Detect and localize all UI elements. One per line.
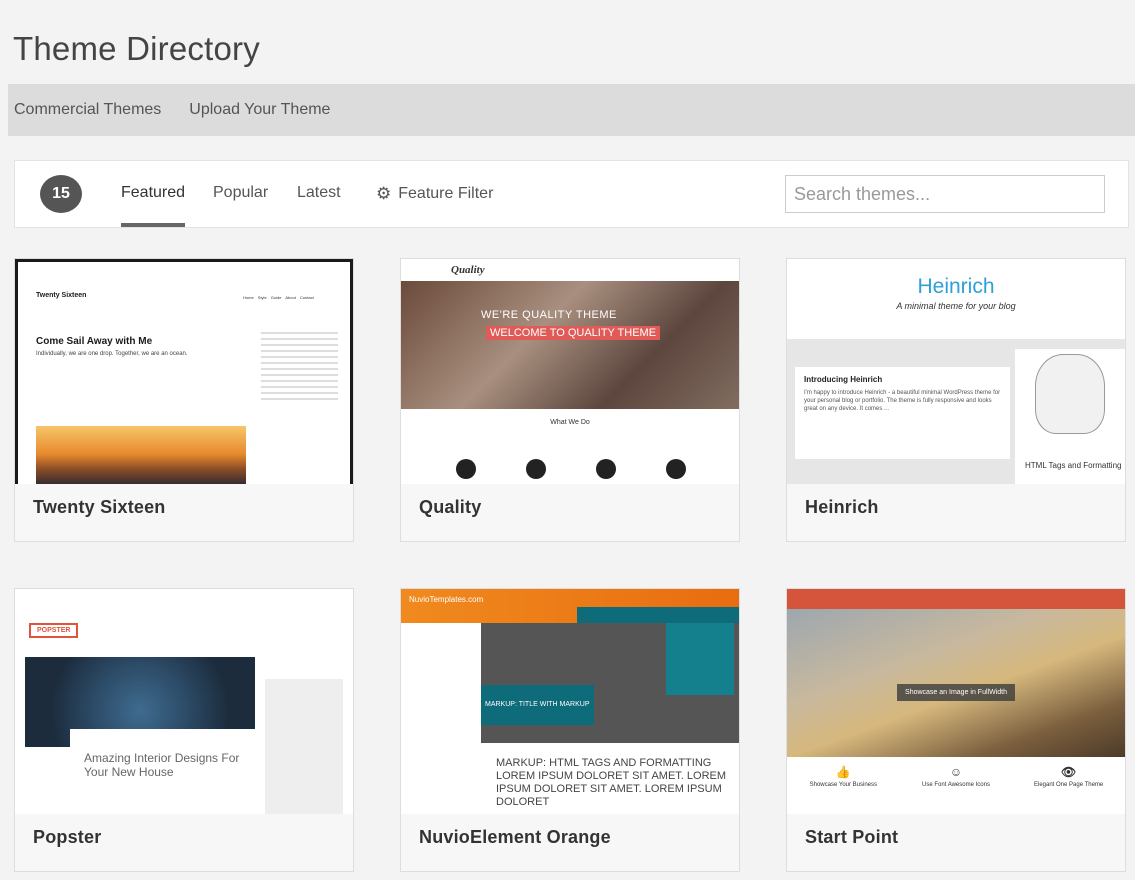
theme-name[interactable]: NuvioElement Orange [419,827,611,848]
preview-feature: 👍 Showcase Your Business [798,765,888,814]
preview-title: Heinrich [917,275,995,298]
theme-card-twenty-sixteen[interactable]: Twenty Sixteen Home Style Guide About Co… [14,258,354,542]
preview-menu [577,607,739,623]
preview-headline: MARKUP: HTML TAGS AND FORMATTING LOREM I… [496,757,727,808]
preview-post-card: Introducing Heinrich I'm happy to introd… [795,367,1010,459]
preview-feature: 👁 Elegant One Page Theme [1024,765,1114,814]
preview-hero-image [401,281,739,409]
theme-card-quality[interactable]: Quality WE'RE QUALITY THEME WELCOME TO Q… [400,258,740,542]
preview-post-sub: Individually, we are one drop. Together,… [36,351,188,357]
sub-navigation: Commercial Themes Upload Your Theme [8,84,1135,136]
preview-service-icons [456,459,686,479]
preview-side-label: HTML Tags and Formatting [1025,461,1122,470]
preview-dropdown [666,623,734,695]
search-themes-input[interactable] [785,175,1105,213]
theme-screenshot[interactable]: Quality WE'RE QUALITY THEME WELCOME TO Q… [401,259,739,484]
theme-card-heinrich[interactable]: Heinrich A minimal theme for your blog I… [786,258,1126,542]
preview-teal-box: MARKUP: TITLE WITH MARKUP [481,685,594,725]
tab-latest[interactable]: Latest [297,161,341,227]
page-title: Theme Directory [13,30,260,67]
feature-filter-label: Feature Filter [398,185,494,202]
theme-screenshot[interactable]: Heinrich A minimal theme for your blog I… [787,259,1125,484]
preview-post-text: I'm happy to introduce Heinrich - a beau… [804,390,1001,412]
feature-filter-button[interactable]: ⚙ Feature Filter [376,161,493,227]
bear-illustration [1035,354,1105,434]
theme-card-start-point[interactable]: Showcase an Image in FullWidth 👍 Showcase… [786,588,1126,872]
theme-count-badge: 15 [40,175,82,213]
preview-hero-line1: WE'RE QUALITY THEME [481,309,617,321]
theme-screenshot[interactable]: Showcase an Image in FullWidth 👍 Showcase… [787,589,1125,814]
tab-popular[interactable]: Popular [213,161,268,227]
filter-bar: 15 Featured Popular Latest ⚙ Feature Fil… [14,160,1129,228]
tab-featured[interactable]: Featured [121,161,185,227]
page-header: Theme Directory [0,0,1135,84]
preview-brand: NuvioTemplates.com [409,595,484,604]
preview-box-text: Amazing Interior Designs For Your New Ho… [84,751,240,779]
theme-card-popster[interactable]: POPSTER Amazing Interior Designs For You… [14,588,354,872]
theme-name[interactable]: Popster [33,827,101,848]
preview-caption: Showcase an Image in FullWidth [897,684,1015,701]
nav-upload-theme[interactable]: Upload Your Theme [189,101,330,119]
preview-section-title: What We Do [550,419,590,426]
preview-text-box: Amazing Interior Designs For Your New Ho… [70,729,255,799]
gear-icon: ⚙ [376,184,392,203]
preview-logo: POPSTER [29,623,79,638]
theme-screenshot[interactable]: Twenty Sixteen Home Style Guide About Co… [15,259,353,484]
preview-brand: Twenty Sixteen [36,292,87,299]
preview-features: 👍 Showcase Your Business ☺ Use Font Awesom… [787,757,1125,814]
preview-calendar [411,639,473,749]
theme-card-nuvioelement-orange[interactable]: NuvioTemplates.com MARKUP: TITLE WITH MA… [400,588,740,872]
preview-post-title: Introducing Heinrich [804,375,883,384]
preview-hero-image [787,609,1125,757]
preview-post-title: Come Sail Away with Me [36,336,153,347]
theme-name[interactable]: Start Point [805,827,898,848]
preview-hero-line2: WELCOME TO QUALITY THEME [486,326,661,340]
nav-commercial-themes[interactable]: Commercial Themes [14,101,161,119]
theme-screenshot[interactable]: NuvioTemplates.com MARKUP: TITLE WITH MA… [401,589,739,814]
theme-name[interactable]: Twenty Sixteen [33,497,166,518]
theme-name[interactable]: Quality [419,497,481,518]
theme-screenshot[interactable]: POPSTER Amazing Interior Designs For You… [15,589,353,814]
eye-icon: 👁 [1061,765,1077,779]
theme-name[interactable]: Heinrich [805,497,879,518]
preview-tagline: A minimal theme for your blog [896,301,1016,311]
preview-side-card: HTML Tags and Formatting [1015,349,1125,484]
preview-logo: Quality [451,264,485,276]
preview-header [787,589,1125,609]
preview-feature: ☺ Use Font Awesome Icons [911,765,1001,814]
preview-sunset-image [36,426,246,484]
preview-sidebar [265,679,343,814]
thumbs-up-icon: 👍 [835,765,851,779]
preview-sidebar [261,332,338,482]
preview-nav: Home Style Guide About Contact [243,295,314,300]
smile-icon: ☺ [949,765,963,779]
